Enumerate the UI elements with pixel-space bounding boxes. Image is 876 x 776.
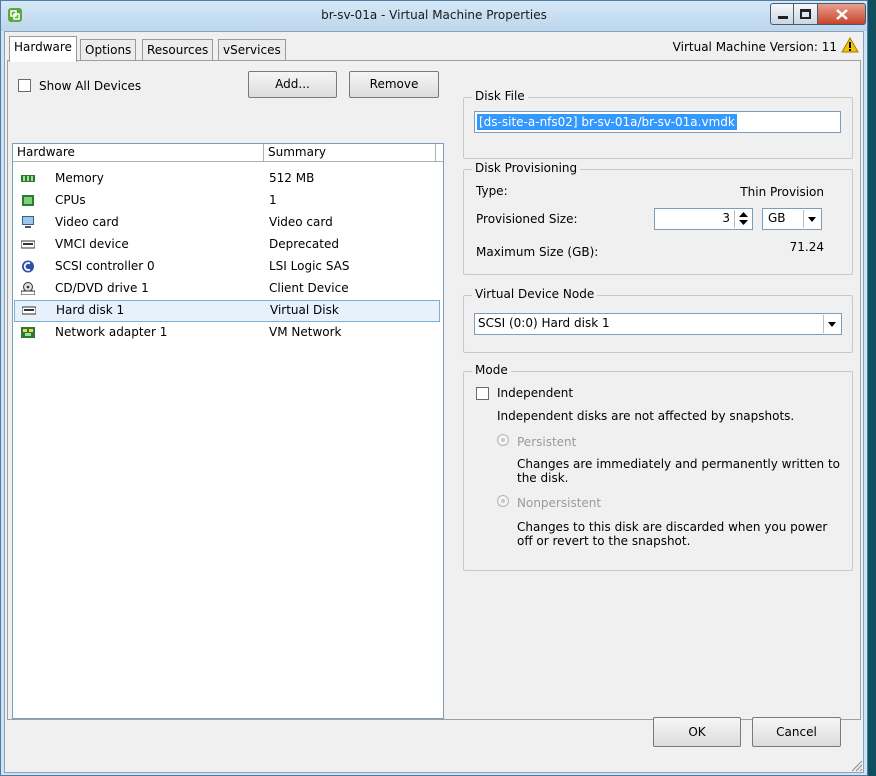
maximum-size-value: 71.24	[789, 240, 824, 254]
disk-file-group: Disk File [ds-site-a-nfs02] br-sv-01a/br…	[463, 89, 853, 159]
size-unit-select[interactable]: GB	[762, 208, 822, 230]
hard-disk-icon	[22, 306, 36, 315]
type-label: Type:	[476, 184, 508, 198]
device-row-memory[interactable]: Memory 512 MB	[13, 168, 443, 190]
warning-icon[interactable]	[841, 37, 859, 53]
device-row-video-card[interactable]: Video card Video card	[13, 212, 443, 234]
show-all-devices-checkbox[interactable]	[18, 79, 31, 92]
independent-label: Independent	[497, 386, 574, 400]
monitor-icon	[22, 216, 34, 228]
window-title: br-sv-01a - Virtual Machine Properties	[321, 8, 547, 22]
device-row-hard-disk[interactable]: Hard disk 1 Virtual Disk	[14, 300, 440, 322]
maximum-size-label: Maximum Size (GB):	[476, 245, 599, 259]
tab-options[interactable]: Options	[80, 39, 137, 61]
persistent-description-line-1: Changes are immediately and permanently …	[517, 457, 841, 471]
virtual-device-node-group-title: Virtual Device Node	[472, 287, 598, 301]
persistent-description-line-2: the disk.	[517, 471, 569, 485]
device-summary: Deprecated	[269, 237, 339, 251]
spinner-down-icon[interactable]	[739, 220, 748, 226]
device-name: Memory	[55, 171, 104, 185]
virtual-device-node-group: Virtual Device Node SCSI (0:0) Hard disk…	[463, 287, 853, 353]
close-icon	[836, 9, 848, 20]
device-list: Hardware Summary Memory 512 MB CPUs 1 Vi…	[12, 143, 444, 719]
disk-provisioning-group-title: Disk Provisioning	[472, 161, 581, 175]
device-name: CD/DVD drive 1	[55, 281, 149, 295]
device-icon	[21, 240, 35, 249]
tab-hardware[interactable]: Hardware	[9, 36, 77, 62]
size-unit-value: GB	[768, 211, 786, 225]
vm-version-label: Virtual Machine Version: 11	[672, 40, 837, 54]
device-name: VMCI device	[55, 237, 129, 251]
cpu-icon	[22, 195, 34, 206]
resize-grip-icon[interactable]	[849, 758, 863, 772]
device-summary: Virtual Disk	[270, 303, 339, 317]
virtual-device-node-value: SCSI (0:0) Hard disk 1	[478, 316, 610, 330]
chevron-down-icon[interactable]	[803, 210, 820, 228]
nonpersistent-radio[interactable]	[497, 495, 509, 507]
device-list-header: Hardware Summary	[13, 144, 443, 162]
device-row-vmci-device[interactable]: VMCI device Deprecated	[13, 234, 443, 256]
device-summary: 512 MB	[269, 171, 315, 185]
device-row-cpus[interactable]: CPUs 1	[13, 190, 443, 212]
provisioned-size-spinner[interactable]: 3	[654, 208, 753, 230]
close-button[interactable]	[818, 3, 866, 25]
independent-checkbox[interactable]	[476, 387, 489, 400]
tab-vservices[interactable]: vServices	[218, 39, 286, 61]
device-name: Network adapter 1	[55, 325, 168, 339]
maximize-icon	[800, 9, 811, 19]
nonpersistent-label: Nonpersistent	[517, 496, 602, 510]
device-row-scsi-controller[interactable]: SCSI controller 0 LSI Logic SAS	[13, 256, 443, 278]
disk-file-path-field[interactable]: [ds-site-a-nfs02] br-sv-01a/br-sv-01a.vm…	[474, 111, 841, 133]
hardware-tab-panel: Show All Devices Add... Remove Hardware …	[7, 60, 861, 720]
cancel-button[interactable]: Cancel	[752, 717, 841, 747]
provisioned-size-value: 3	[722, 211, 730, 225]
network-adapter-icon	[21, 327, 35, 338]
device-row-cd-dvd-drive[interactable]: CD/DVD drive 1 Client Device	[13, 278, 443, 300]
title-bar[interactable]: br-sv-01a - Virtual Machine Properties	[1, 1, 867, 31]
column-header-summary[interactable]: Summary	[264, 144, 436, 162]
remove-device-button[interactable]: Remove	[349, 71, 439, 98]
ok-button[interactable]: OK	[653, 717, 741, 747]
provisioned-size-label: Provisioned Size:	[476, 212, 578, 226]
vm-properties-window: br-sv-01a - Virtual Machine Properties H…	[0, 0, 868, 776]
column-header-hardware[interactable]: Hardware	[13, 144, 264, 162]
memory-icon	[21, 175, 35, 182]
nonpersistent-description-line-2: off or revert to the snapshot.	[517, 534, 691, 548]
device-row-network-adapter[interactable]: Network adapter 1 VM Network	[13, 322, 443, 344]
device-name: CPUs	[55, 193, 86, 207]
minimize-icon	[778, 16, 788, 19]
device-summary: Client Device	[269, 281, 349, 295]
minimize-button[interactable]	[770, 3, 794, 25]
scsi-controller-icon	[22, 260, 34, 273]
persistent-radio[interactable]	[497, 434, 509, 446]
show-all-devices-label: Show All Devices	[39, 79, 142, 93]
device-name: Video card	[55, 215, 119, 229]
chevron-down-icon[interactable]	[823, 315, 840, 333]
nonpersistent-description-line-1: Changes to this disk are discarded when …	[517, 520, 828, 534]
add-device-button[interactable]: Add...	[248, 71, 337, 98]
maximize-button[interactable]	[794, 3, 818, 25]
virtual-device-node-select[interactable]: SCSI (0:0) Hard disk 1	[474, 313, 842, 335]
disk-file-group-title: Disk File	[472, 89, 528, 103]
persistent-label: Persistent	[517, 435, 577, 449]
device-summary: Video card	[269, 215, 333, 229]
cd-drive-icon	[21, 282, 35, 295]
dialog-body: Hardware Options Resources vServices Vir…	[4, 31, 864, 773]
independent-description: Independent disks are not affected by sn…	[497, 409, 795, 423]
spinner-buttons[interactable]	[734, 210, 751, 228]
device-summary: VM Network	[269, 325, 342, 339]
device-name: Hard disk 1	[56, 303, 125, 317]
mode-group: Mode Independent Independent disks are n…	[463, 363, 853, 571]
disk-file-path-value: [ds-site-a-nfs02] br-sv-01a/br-sv-01a.vm…	[477, 114, 737, 130]
device-name: SCSI controller 0	[55, 259, 155, 273]
device-summary: 1	[269, 193, 277, 207]
disk-provisioning-group: Disk Provisioning Type: Thin Provision P…	[463, 161, 853, 275]
mode-group-title: Mode	[472, 363, 511, 377]
device-summary: LSI Logic SAS	[269, 259, 350, 273]
spinner-up-icon[interactable]	[739, 212, 748, 218]
tab-resources[interactable]: Resources	[142, 39, 214, 61]
type-value: Thin Provision	[740, 185, 824, 199]
